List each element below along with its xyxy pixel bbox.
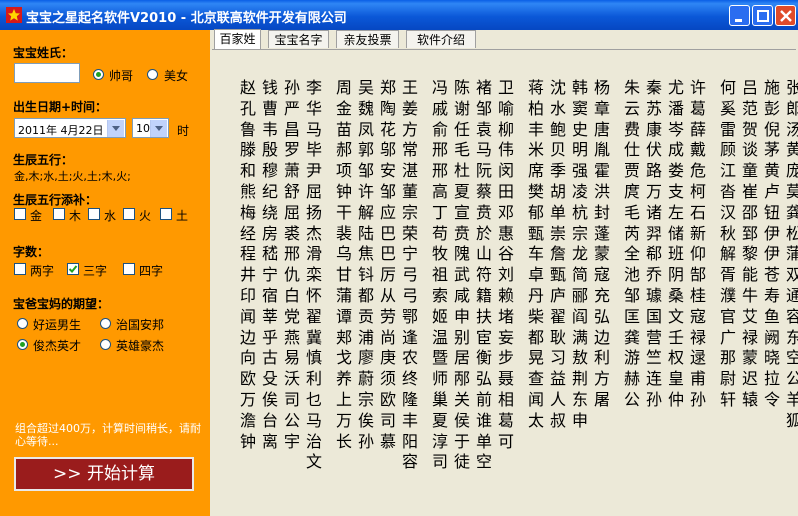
surnames-grid: 赵孔鲁滕和熊梅经程井印闻边向欧万澹钟钱曹韦殷穆纪绕房嵇宁宿莘乎古殳俟台离孙严昌罗… [237, 78, 798, 473]
hope-radio-govern[interactable] [100, 318, 111, 329]
column-gap [421, 78, 429, 473]
column-gap [517, 78, 525, 473]
hope-label-lucky-boy: 好运男生 [33, 318, 82, 332]
charcount-label-three: 三字 [83, 264, 108, 278]
surname-column: 李华马毕尹屈扬杰滑栾怀翟冀慎利乜马治文 [305, 78, 322, 472]
checkmark-icon [68, 265, 78, 273]
hope-label-govern: 治国安邦 [116, 318, 165, 332]
element-checkbox-metal[interactable] [14, 208, 26, 220]
surname-column: 许葛薛戴危柯石新仰郜桂寇禄逯甫孙 [689, 78, 706, 409]
birth-hour-value: 10 [136, 122, 150, 135]
surname-column: 吕范贺谈童崔邵郅黎能牛艾禄蒙迟辕 [741, 78, 758, 409]
wuxing-value: 金,木;水,土;火,土;木,火; [14, 170, 131, 183]
birth-hour-select[interactable]: 10 [132, 118, 169, 138]
charcount-label-four: 四字 [139, 264, 164, 278]
tab-surnames[interactable]: 百家姓 [214, 29, 261, 49]
chevron-down-icon[interactable] [107, 120, 124, 137]
maximize-icon[interactable] [752, 5, 773, 26]
hope-radio-lucky-boy[interactable] [17, 318, 28, 329]
surname-column: 韩窦史明强凌杭宗龙简郦阎满敖荆东申 [571, 78, 588, 430]
surname-column: 卫喻柳伟闵田邓惠谷刘赖堵妄步聂相葛可 [497, 78, 514, 451]
surname-column: 王姜方常湛董宗荣宁弓弓鄂逢农终隆丰阳容 [401, 78, 418, 472]
charcount-checkbox-two[interactable] [14, 263, 26, 275]
surname-column: 尤潘岑成娄支左储班阴桑文壬权皇仲 [667, 78, 684, 409]
hope-label-talent: 俊杰英才 [33, 339, 82, 353]
surname-column: 杨章唐胤霍洪封蓬蒙寇充弘边利方屠 [593, 78, 610, 409]
tab-family-vote[interactable]: 亲友投票 [336, 30, 399, 48]
birth-label: 出生日期+时间： [13, 100, 108, 114]
surname-column: 朱云费仕贾庹毛芮全池邹匡龚游赫公 [623, 78, 640, 409]
surname-label: 宝宝姓氏： [13, 46, 74, 60]
surname-column: 钱曹韦殷穆纪绕房嵇宁宿莘乎古殳俟台离 [261, 78, 278, 451]
birth-date-value: 2011年 4月22日 [18, 124, 104, 137]
settings-panel: 宝宝姓氏： 帅哥 美女 出生日期+时间： 2011年 4月22日 10 时 生辰… [0, 30, 210, 516]
surname-column: 沈水鲍贝季胡单崇詹甄庐翟耿习益人叔 [549, 78, 566, 430]
surname-input[interactable] [14, 63, 80, 83]
charcount-checkbox-three[interactable] [67, 263, 79, 275]
charcount-label: 字数： [13, 245, 50, 259]
element-checkbox-earth[interactable] [160, 208, 172, 220]
baby-star-icon [6, 7, 22, 23]
column-gap [613, 78, 621, 473]
surname-column: 张郎汤黄庞莫龚松蒲双通容东空公羊狐 [785, 78, 798, 430]
surname-column: 赵孔鲁滕和熊梅经程井印闻边向欧万澹钟 [239, 78, 256, 451]
chevron-down-icon[interactable] [150, 120, 167, 137]
hope-label: 宝爸宝妈的期望： [13, 297, 110, 311]
close-icon[interactable] [775, 5, 796, 26]
surname-column: 孙严昌罗萧舒屈裘邢仇白党燕易沃司公宇 [283, 78, 300, 451]
minimize-icon[interactable] [729, 5, 750, 26]
start-calculation-button[interactable]: >> 开始计算 [14, 457, 194, 491]
surname-column: 周金苗郝项钟干裴乌甘蒲谭郏戈养上万长 [335, 78, 352, 451]
column-gap [325, 78, 333, 473]
surname-column: 秦苏康伏路万诸羿郗乔璩国营竺连孙 [645, 78, 662, 409]
hope-radio-talent[interactable] [17, 339, 28, 350]
hope-label-hero: 英雄豪杰 [116, 339, 165, 353]
element-checkbox-fire[interactable] [123, 208, 135, 220]
surnames-panel: 赵孔鲁滕和熊梅经程井印闻边向欧万澹钟钱曹韦殷穆纪绕房嵇宁宿莘乎古殳俟台离孙严昌罗… [212, 49, 798, 515]
charcount-checkbox-four[interactable] [123, 263, 135, 275]
element-label-fire: 火 [139, 209, 152, 223]
surname-column: 陈谢任毛杜夏宣贲隗武咸申别居邴关侯于徒 [453, 78, 470, 472]
tab-bar: 百家姓 宝宝名字 亲友投票 软件介绍 [212, 29, 798, 50]
gender-label-female: 美女 [164, 69, 189, 83]
gender-label-male: 帅哥 [109, 69, 134, 83]
element-label-water: 水 [104, 209, 117, 223]
surname-column: 蒋柏丰米席樊郁甄车卓丹柴都晃查闻太 [527, 78, 544, 430]
charcount-label-two: 两字 [30, 264, 55, 278]
tab-baby-names[interactable]: 宝宝名字 [268, 30, 329, 48]
title-bar: 宝宝之星起名软件V2010 - 北京联高软件开发有限公司 [0, 0, 798, 30]
tab-software-intro[interactable]: 软件介绍 [406, 30, 476, 48]
element-checkbox-wood[interactable] [53, 208, 65, 220]
hope-radio-hero[interactable] [100, 339, 111, 350]
surname-column: 冯戚俞邢邢高丁苟牧祖索姬温暨师巢夏淳司 [431, 78, 448, 472]
birth-date-picker[interactable]: 2011年 4月22日 [14, 118, 126, 138]
element-checkbox-water[interactable] [88, 208, 100, 220]
element-label-earth: 土 [176, 209, 189, 223]
surname-column: 何奚雷顾江沓汉秋解胥濮官广那尉轩 [719, 78, 736, 409]
gender-radio-female[interactable] [147, 69, 158, 80]
wuxing-add-label: 生辰五行添补： [13, 193, 98, 207]
element-label-wood: 木 [69, 209, 82, 223]
element-label-metal: 金 [30, 209, 43, 223]
column-gap [709, 78, 717, 473]
window-title: 宝宝之星起名软件V2010 - 北京联高软件开发有限公司 [26, 11, 347, 26]
surname-column: 褚邹袁马阮蔡贲於山符籍扶宦衡弘前谁单空 [475, 78, 492, 472]
calculation-note: 组合超过400万，计算时间稍长，请耐心等待... [15, 422, 201, 448]
wuxing-label: 生辰五行： [13, 153, 74, 167]
surname-column: 吴魏凤郭邹许解陆焦钭都贡浦廖蔚宗俟孙 [357, 78, 374, 451]
gender-radio-male[interactable] [93, 69, 104, 80]
surname-column: 郑陶花邬安邹应巴巴厉从劳尚庚须欧司慕 [379, 78, 396, 451]
surname-column: 施彭倪茅黄卢钮伊伊苍寿鱼阙晓拉令 [763, 78, 780, 409]
hour-unit: 时 [177, 124, 190, 138]
